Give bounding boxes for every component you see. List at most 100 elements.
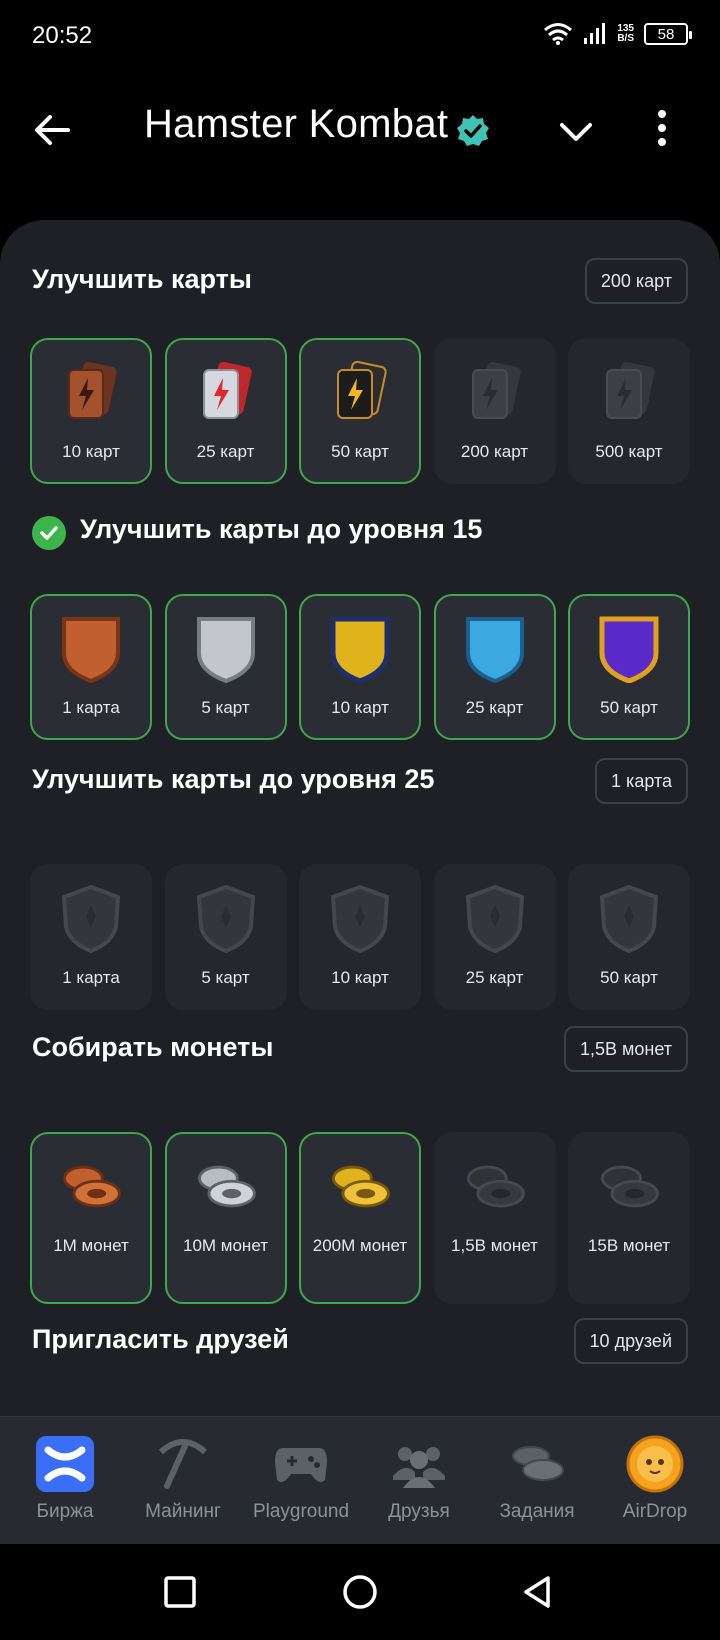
lvl25-item[interactable]: 50 карт — [568, 864, 690, 1010]
pickaxe-icon — [154, 1435, 212, 1493]
card-stack-locked-icon — [459, 356, 531, 428]
system-nav — [0, 1544, 720, 1640]
locked-shield-icon — [593, 882, 665, 954]
coins-item[interactable]: 200M монет — [299, 1132, 421, 1304]
upgrade-cards-item[interactable]: 10 карт — [30, 338, 152, 484]
nav-label: Биржа — [36, 1501, 94, 1522]
locked-shield-icon — [190, 882, 262, 954]
achievements-sheet: Улучшить карты 200 карт 10 карт 25 карт … — [0, 220, 720, 1420]
coins-item[interactable]: 15B монет — [568, 1132, 690, 1304]
locked-coins-icon — [593, 1150, 665, 1222]
section-title-upgrade-cards: Улучшить карты — [32, 264, 252, 294]
back-triangle-icon[interactable] — [516, 1570, 560, 1614]
upgrade-cards-row: 10 карт 25 карт 50 карт 200 карт 500 кар… — [30, 338, 690, 484]
coins-item[interactable]: 1,5B монет — [433, 1132, 556, 1304]
net-speed: 135 B/S — [617, 24, 634, 44]
card-stack-icon — [324, 356, 396, 428]
back-arrow-icon[interactable] — [32, 110, 72, 150]
gamepad-icon — [272, 1435, 330, 1493]
card-label: 200M монет — [312, 1236, 408, 1255]
nav-item-mining[interactable]: Майнинг — [124, 1435, 242, 1523]
more-vertical-icon[interactable] — [652, 108, 672, 148]
status-time: 20:52 — [32, 22, 93, 49]
card-label: 25 карт — [196, 442, 255, 461]
coins-item[interactable]: 1M монет — [30, 1132, 152, 1304]
wifi-icon — [544, 23, 573, 45]
lvl15-item[interactable]: 50 карт — [568, 594, 690, 740]
silver-coins-icon — [190, 1150, 262, 1222]
diamond-shield-icon — [459, 612, 531, 684]
app-title: Hamster Kombat — [144, 102, 449, 146]
card-label: 50 карт — [331, 442, 389, 461]
upgrade-cards-item[interactable]: 25 карт — [164, 338, 287, 484]
signal-icon — [584, 23, 606, 44]
card-label: 25 карт — [465, 698, 524, 717]
net-speed-unit: B/S — [617, 33, 634, 44]
coins-item[interactable]: 10M монет — [164, 1132, 287, 1304]
lvl25-item[interactable]: 5 карт — [164, 864, 287, 1010]
section-title-coins: Собирать монеты — [32, 1032, 274, 1062]
coins-row: 1M монет 10M монет 200M монет 1,5B монет… — [30, 1132, 690, 1304]
nav-label: AirDrop — [622, 1501, 688, 1522]
lvl15-item[interactable]: 10 карт — [299, 594, 421, 740]
card-label: 200 карт — [460, 442, 529, 461]
card-label: 10 карт — [331, 968, 389, 987]
status-bar: 20:52 135 B/S 58 — [0, 0, 720, 72]
nav-item-tasks[interactable]: Задания — [478, 1435, 596, 1523]
lvl25-item[interactable]: 1 карта — [30, 864, 152, 1010]
chevron-down-icon[interactable] — [556, 112, 596, 152]
silver-shield-icon — [190, 612, 262, 684]
completed-check-icon — [32, 516, 66, 550]
bottom-nav: Биржа Майнинг Playground Друзья Задания … — [0, 1416, 720, 1544]
locked-coins-icon — [459, 1150, 531, 1222]
recents-square-icon[interactable] — [158, 1570, 202, 1614]
upgrade-cards-item[interactable]: 50 карт — [299, 338, 421, 484]
card-label: 50 карт — [600, 968, 658, 987]
coins-badge: 1,5B монет — [563, 1026, 688, 1072]
lvl25-item[interactable]: 10 карт — [299, 864, 421, 1010]
battery-level: 58 — [657, 25, 675, 43]
lvl25-row: 1 карта 5 карт 10 карт 25 карт 50 карт — [30, 864, 690, 1010]
exchange-icon — [36, 1435, 94, 1493]
nav-item-exchange[interactable]: Биржа — [6, 1435, 124, 1523]
card-label: 1 карта — [62, 698, 120, 717]
bronze-shield-icon — [55, 612, 127, 684]
nav-label: Playground — [252, 1501, 350, 1522]
card-label: 50 карт — [600, 698, 658, 717]
lvl15-item[interactable]: 1 карта — [30, 594, 152, 740]
nav-label: Задания — [499, 1501, 575, 1522]
home-circle-icon[interactable] — [338, 1570, 382, 1614]
card-label: 5 карт — [201, 968, 250, 987]
card-label: 25 карт — [465, 968, 524, 987]
card-label: 500 карт — [595, 442, 663, 461]
lvl25-item[interactable]: 25 карт — [433, 864, 556, 1010]
gold-coins-icon — [324, 1150, 396, 1222]
lvl15-item[interactable]: 5 карт — [164, 594, 287, 740]
section-title-friends: Пригласить друзей — [32, 1324, 289, 1354]
section-title-lvl15: Улучшить карты до уровня 15 — [80, 514, 483, 544]
friends-icon — [390, 1435, 448, 1493]
card-stack-icon — [190, 356, 262, 428]
nav-label: Майнинг — [145, 1501, 221, 1522]
card-label: 15B монет — [587, 1236, 671, 1255]
locked-shield-icon — [459, 882, 531, 954]
app-header: Hamster Kombat — [0, 90, 720, 166]
card-label: 1 карта — [62, 968, 120, 987]
card-label: 1M монет — [53, 1236, 129, 1255]
card-label: 10 карт — [62, 442, 120, 461]
card-label: 1,5B монет — [451, 1236, 538, 1255]
lvl15-item[interactable]: 25 карт — [433, 594, 556, 740]
upgrade-cards-item[interactable]: 500 карт — [568, 338, 690, 484]
battery-icon: 58 — [644, 23, 692, 45]
upgrade-cards-item[interactable]: 200 карт — [433, 338, 556, 484]
card-stack-locked-icon — [593, 356, 665, 428]
card-label: 10 карт — [331, 698, 389, 717]
gold-shield-icon — [324, 612, 396, 684]
lvl15-row: 1 карта 5 карт 10 карт 25 карт 50 карт — [30, 594, 690, 740]
nav-item-friends[interactable]: Друзья — [360, 1435, 478, 1523]
lvl25-badge: 1 карта — [595, 758, 688, 804]
nav-item-playground[interactable]: Playground — [242, 1435, 360, 1523]
friends-badge: 10 друзей — [573, 1318, 688, 1364]
nav-label: Друзья — [388, 1501, 450, 1522]
nav-item-airdrop[interactable]: AirDrop — [596, 1435, 714, 1523]
